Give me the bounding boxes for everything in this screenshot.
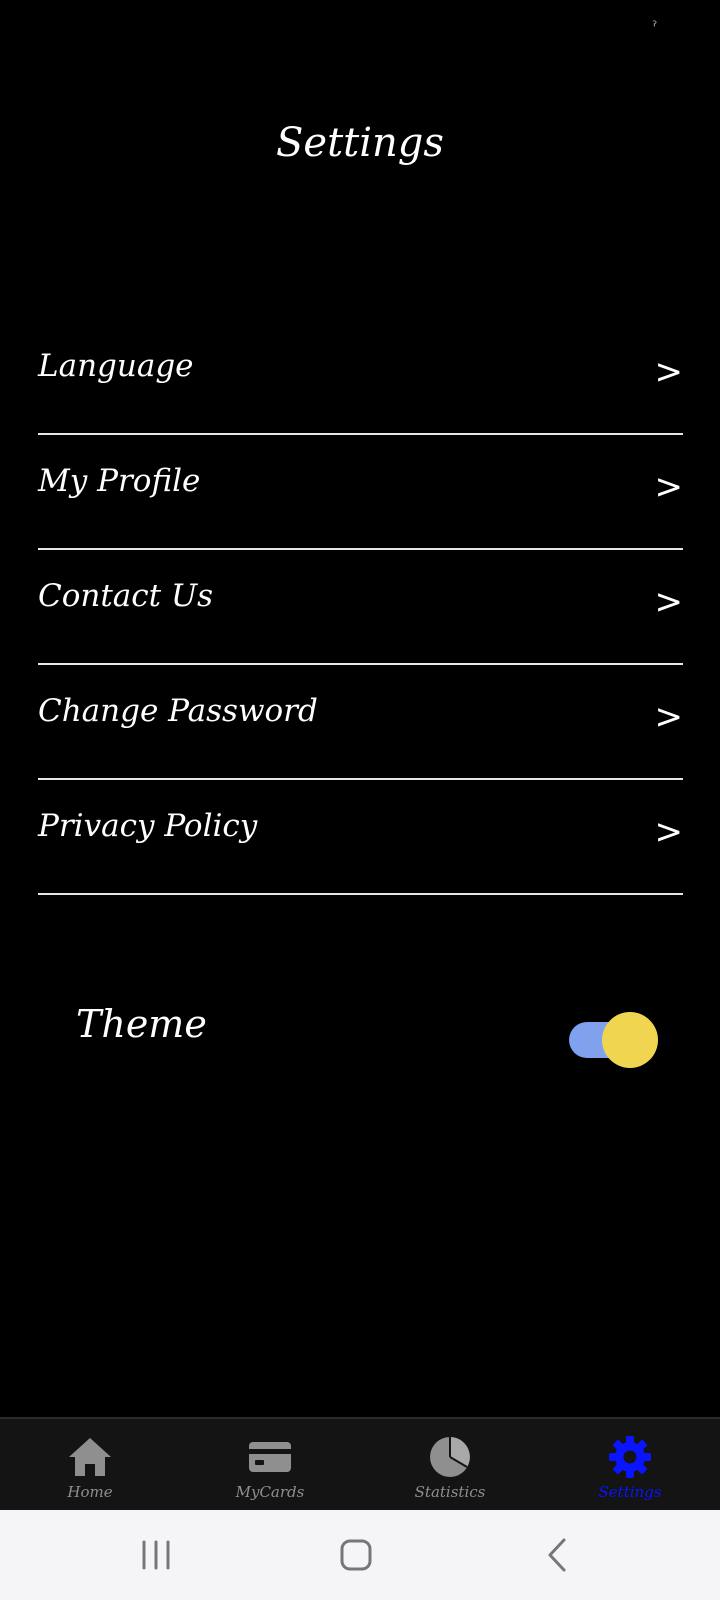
menu-item-label: Change Password xyxy=(38,693,318,729)
theme-label: Theme xyxy=(76,1002,207,1046)
nav-label: Settings xyxy=(598,1483,662,1501)
menu-item-label: Contact Us xyxy=(38,578,213,614)
menu-item-privacy-policy[interactable]: Privacy Policy > xyxy=(38,780,683,895)
nav-label: Home xyxy=(67,1483,113,1501)
pie-chart-icon xyxy=(430,1437,470,1477)
home-button-icon[interactable] xyxy=(326,1530,386,1580)
nav-label: Statistics xyxy=(414,1483,486,1501)
chevron-right-icon: > xyxy=(654,812,684,852)
chevron-right-icon: > xyxy=(654,697,684,737)
menu-item-label: My Profile xyxy=(38,463,201,499)
menu-item-language[interactable]: Language > xyxy=(38,320,683,435)
card-icon xyxy=(249,1442,291,1472)
page-title: Settings xyxy=(276,120,444,166)
nav-label: MyCards xyxy=(235,1483,305,1501)
chevron-right-icon: > xyxy=(654,582,684,622)
home-icon xyxy=(69,1438,111,1476)
nav-item-statistics[interactable]: Statistics xyxy=(360,1419,540,1512)
nav-item-home[interactable]: Home xyxy=(0,1419,180,1512)
nav-item-settings[interactable]: Settings xyxy=(540,1419,720,1512)
menu-item-my-profile[interactable]: My Profile > xyxy=(38,435,683,550)
chevron-right-icon: > xyxy=(654,467,684,507)
menu-item-change-password[interactable]: Change Password > xyxy=(38,665,683,780)
settings-menu: Language > My Profile > Contact Us > Cha… xyxy=(38,320,683,895)
back-icon[interactable] xyxy=(528,1530,588,1580)
bottom-nav: Home MyCards Statistics Settings xyxy=(0,1417,720,1510)
toggle-thumb xyxy=(602,1012,658,1068)
menu-item-label: Language xyxy=(38,348,194,384)
status-bar: ˀ xyxy=(0,0,720,50)
system-nav-bar xyxy=(0,1510,720,1600)
recent-apps-icon[interactable] xyxy=(126,1530,186,1580)
chevron-right-icon: > xyxy=(654,352,684,392)
status-indicator: ˀ xyxy=(652,19,658,35)
nav-item-mycards[interactable]: MyCards xyxy=(180,1419,360,1512)
menu-item-contact-us[interactable]: Contact Us > xyxy=(38,550,683,665)
theme-toggle[interactable] xyxy=(569,1012,659,1068)
menu-item-label: Privacy Policy xyxy=(38,808,258,844)
gear-icon xyxy=(609,1436,651,1478)
